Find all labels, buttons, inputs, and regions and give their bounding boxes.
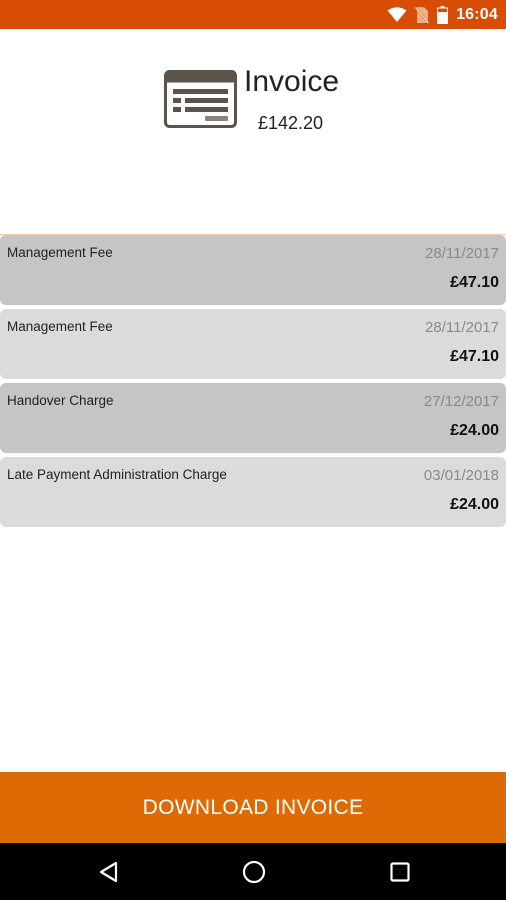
list-item[interactable]: Handover Charge 27/12/2017 £24.00 [0, 383, 506, 453]
item-description: Management Fee [7, 245, 113, 260]
invoice-title: Invoice [244, 65, 340, 98]
list-item[interactable]: Late Payment Administration Charge 03/01… [0, 457, 506, 527]
item-amount: £47.10 [450, 348, 499, 365]
back-icon[interactable] [97, 860, 121, 884]
no-sim-icon [415, 6, 430, 24]
item-description: Management Fee [7, 319, 113, 334]
invoice-items-list: Management Fee 28/11/2017 £47.10 Managem… [0, 234, 506, 531]
item-date: 03/01/2018 [423, 467, 499, 484]
battery-icon [437, 5, 449, 24]
item-description: Handover Charge [7, 393, 114, 408]
status-time: 16:04 [456, 5, 498, 23]
item-description: Late Payment Administration Charge [7, 467, 227, 482]
download-invoice-button[interactable]: DOWNLOAD INVOICE [0, 772, 506, 843]
invoice-header: Invoice £142.20 [0, 29, 506, 234]
item-date: 28/11/2017 [425, 319, 499, 336]
invoice-icon [164, 70, 237, 128]
navigation-bar [0, 843, 506, 900]
item-date: 28/11/2017 [425, 245, 499, 262]
item-amount: £24.00 [450, 496, 499, 513]
item-date: 27/12/2017 [423, 393, 499, 410]
list-item[interactable]: Management Fee 28/11/2017 £47.10 [0, 309, 506, 379]
recents-icon[interactable] [388, 860, 412, 884]
invoice-total: £142.20 [258, 113, 324, 133]
wifi-icon [387, 6, 407, 23]
item-amount: £47.10 [450, 274, 499, 291]
home-icon[interactable] [242, 860, 266, 884]
list-item[interactable]: Management Fee 28/11/2017 £47.10 [0, 235, 506, 305]
item-amount: £24.00 [450, 422, 499, 439]
status-bar: 16:04 [0, 0, 506, 29]
